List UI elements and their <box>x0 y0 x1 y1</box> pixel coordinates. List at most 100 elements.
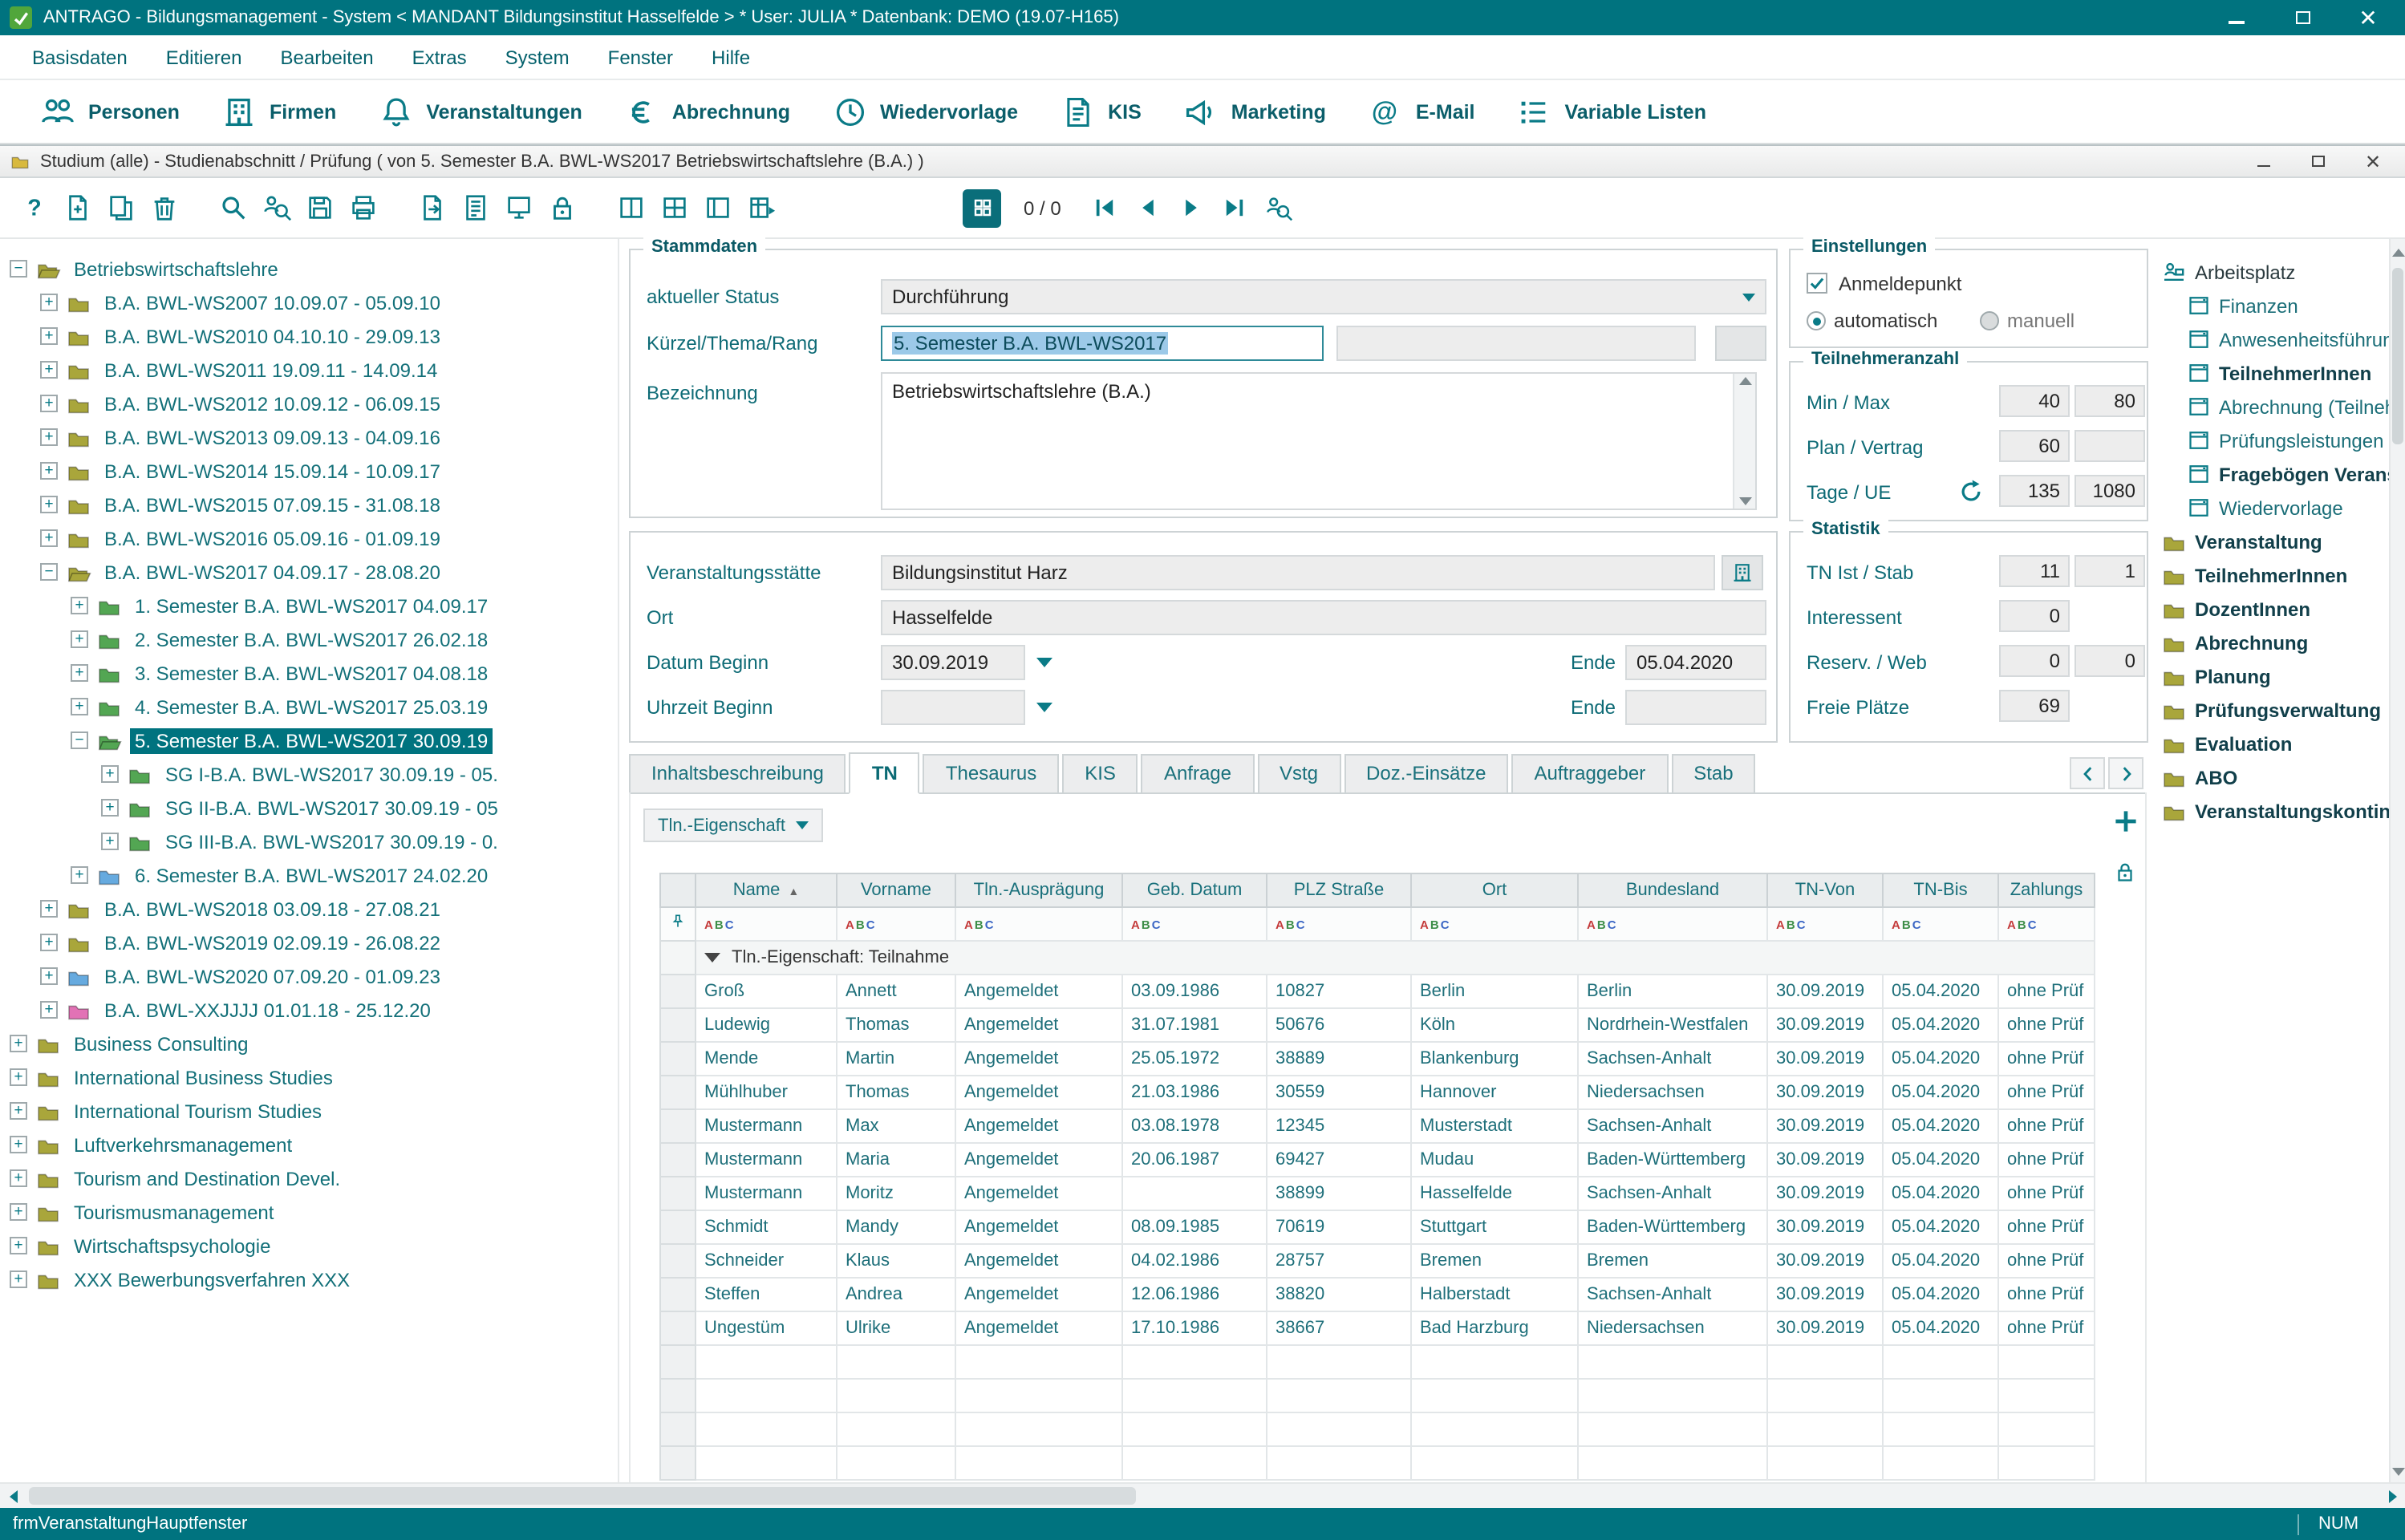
close-button[interactable]: ✕ <box>2341 2 2395 34</box>
child-maximize-button[interactable] <box>2296 148 2341 175</box>
tree-item[interactable]: +B.A. BWL-WS2011 19.09.11 - 14.09.14 <box>0 353 618 387</box>
tree-expander-minus-icon[interactable]: − <box>10 260 27 278</box>
value-field[interactable]: 40 <box>1999 385 2070 417</box>
tree-expander-plus-icon[interactable]: + <box>40 967 58 985</box>
pane2-button[interactable] <box>610 186 653 229</box>
tab-vstg[interactable]: Vstg <box>1257 754 1340 792</box>
value-field[interactable]: 69 <box>1999 690 2070 722</box>
searchuser-button[interactable] <box>255 186 298 229</box>
tree-item[interactable]: +B.A. BWL-WS2020 07.09.20 - 01.09.23 <box>0 959 618 993</box>
column-header-zahlungs[interactable]: Zahlungs <box>1998 873 2095 907</box>
value-field[interactable]: 60 <box>1999 430 2070 462</box>
tree-item[interactable]: +SG I-B.A. BWL-WS2017 30.09.19 - 05. <box>0 757 618 791</box>
tree-expander-plus-icon[interactable]: + <box>101 799 119 817</box>
export-button[interactable] <box>411 186 454 229</box>
uhrzeit-dropdown-button[interactable] <box>1032 690 1057 725</box>
table-row[interactable]: LudewigThomasAngemeldet31.07.198150676Kö… <box>660 1008 2095 1042</box>
tree-item[interactable]: +B.A. BWL-WS2007 10.09.07 - 05.09.10 <box>0 286 618 319</box>
tablearr-button[interactable] <box>740 186 783 229</box>
tree-item[interactable]: +B.A. BWL-WS2018 03.09.18 - 27.08.21 <box>0 892 618 926</box>
tree-expander-plus-icon[interactable]: + <box>40 294 58 311</box>
navnext-button[interactable] <box>1170 186 1214 229</box>
tree-expander-plus-icon[interactable]: + <box>10 1068 27 1086</box>
tree-expander-plus-icon[interactable]: + <box>10 1203 27 1221</box>
value-field[interactable]: 1 <box>2074 555 2145 587</box>
scroll-up-icon[interactable] <box>1738 377 1751 385</box>
scrollbar-thumb[interactable] <box>2392 268 2403 444</box>
pane1-button[interactable] <box>696 186 740 229</box>
tree-expander-plus-icon[interactable]: + <box>71 630 88 648</box>
workspace-folder-abrechnung[interactable]: Abrechnung <box>2158 626 2389 659</box>
workspace-folder-teilnehmerinnen[interactable]: TeilnehmerInnen <box>2158 558 2389 592</box>
add-participant-button[interactable] <box>2107 802 2145 841</box>
tree-item[interactable]: +Business Consulting <box>0 1027 618 1060</box>
table-row[interactable]: SteffenAndreaAngemeldet12.06.198638820Ha… <box>660 1278 2095 1311</box>
tree-item[interactable]: +1. Semester B.A. BWL-WS2017 04.09.17 <box>0 589 618 622</box>
tree-expander-plus-icon[interactable]: + <box>71 866 88 884</box>
manuell-radio[interactable] <box>1980 311 1999 330</box>
filter-cell-tn-von[interactable]: ABC <box>1767 907 1883 941</box>
navprev-button[interactable] <box>1127 186 1170 229</box>
tree-item[interactable]: −B.A. BWL-WS2017 04.09.17 - 28.08.20 <box>0 555 618 589</box>
value-field[interactable]: 80 <box>2074 385 2145 417</box>
toolbar-firmen[interactable]: Firmen <box>201 84 357 139</box>
pane4-button[interactable] <box>653 186 696 229</box>
tree-item[interactable]: +B.A. BWL-WS2015 07.09.15 - 31.08.18 <box>0 488 618 521</box>
minimize-button[interactable] <box>2209 2 2264 34</box>
filter-cell-zahlungs[interactable]: ABC <box>1998 907 2095 941</box>
tree-expander-plus-icon[interactable]: + <box>71 698 88 715</box>
tln-eigenschaft-dropdown[interactable]: Tln.-Eigenschaft <box>643 808 823 842</box>
column-header-bundesland[interactable]: Bundesland <box>1578 873 1767 907</box>
print-button[interactable] <box>342 186 385 229</box>
datum-ende-input[interactable]: 05.04.2020 <box>1625 645 1766 680</box>
tree-expander-plus-icon[interactable]: + <box>40 496 58 513</box>
tree-expander-plus-icon[interactable]: + <box>71 664 88 682</box>
tree-item[interactable]: +B.A. BWL-WS2013 09.09.13 - 04.09.16 <box>0 420 618 454</box>
tree-item[interactable]: +SG III-B.A. BWL-WS2017 30.09.19 - 0. <box>0 825 618 858</box>
refresh-icon[interactable] <box>1957 478 1985 505</box>
tree-expander-plus-icon[interactable]: + <box>10 1169 27 1187</box>
navlast-button[interactable] <box>1214 186 1257 229</box>
column-header-name[interactable]: Name▲ <box>696 873 837 907</box>
person-filter-button[interactable] <box>1257 186 1300 229</box>
workspace-link-wiedervorlage[interactable]: Wiedervorlage <box>2158 491 2389 525</box>
scroll-down-icon[interactable] <box>2392 1461 2405 1481</box>
scroll-right-icon[interactable] <box>2379 1484 2405 1508</box>
tree-item[interactable]: +B.A. BWL-XXJJJJ 01.01.18 - 25.12.20 <box>0 993 618 1027</box>
toolbar-veranstaltungen[interactable]: Veranstaltungen <box>357 84 603 139</box>
table-row[interactable]: SchneiderKlausAngemeldet04.02.198628757B… <box>660 1244 2095 1278</box>
ort-input[interactable]: Hasselfelde <box>881 600 1766 635</box>
venue-lookup-button[interactable] <box>1722 555 1763 590</box>
child-minimize-button[interactable] <box>2241 148 2286 175</box>
tab-kis[interactable]: KIS <box>1062 754 1138 792</box>
textarea-scrollbar[interactable] <box>1733 374 1755 509</box>
workspace-link-teilnehmerinnen[interactable]: TeilnehmerInnen <box>2158 356 2389 390</box>
menu-bearbeiten[interactable]: Bearbeiten <box>262 34 393 79</box>
tab-tn[interactable]: TN <box>850 752 920 794</box>
tree-item[interactable]: +International Business Studies <box>0 1060 618 1094</box>
tree-expander-plus-icon[interactable]: + <box>101 833 119 850</box>
table-row[interactable]: GroßAnnettAngemeldet03.09.198610827Berli… <box>660 975 2095 1008</box>
workspace-link-finanzen[interactable]: Finanzen <box>2158 289 2389 322</box>
kuerzel-more-button[interactable] <box>1715 326 1766 361</box>
tree-item[interactable]: +B.A. BWL-WS2012 10.09.12 - 06.09.15 <box>0 387 618 420</box>
value-field[interactable]: 0 <box>1999 600 2070 632</box>
workspace-folder-planung[interactable]: Planung <box>2158 659 2389 693</box>
column-header-ort[interactable]: Ort <box>1411 873 1578 907</box>
tree-expander-minus-icon[interactable]: − <box>71 732 88 749</box>
tree-expander-plus-icon[interactable]: + <box>10 1136 27 1153</box>
group-row[interactable]: Tln.-Eigenschaft: Teilnahme <box>696 941 2095 975</box>
value-field[interactable]: 135 <box>1999 475 2070 507</box>
tree-expander-plus-icon[interactable]: + <box>40 462 58 480</box>
column-header-plz-straße[interactable]: PLZ Straße <box>1267 873 1411 907</box>
anmeldepunkt-checkbox[interactable] <box>1807 273 1827 294</box>
tree-item[interactable]: +Wirtschaftspsychologie <box>0 1229 618 1262</box>
filter-cell-vorname[interactable]: ABC <box>837 907 955 941</box>
scroll-down-icon[interactable] <box>1738 497 1751 505</box>
tree-item[interactable]: +4. Semester B.A. BWL-WS2017 25.03.19 <box>0 690 618 723</box>
staette-input[interactable]: Bildungsinstitut Harz <box>881 555 1715 590</box>
addrec-button[interactable] <box>56 186 99 229</box>
workspace-folder-abo[interactable]: ABO <box>2158 760 2389 794</box>
tree-expander-minus-icon[interactable]: − <box>40 563 58 581</box>
toolbar-marketing[interactable]: Marketing <box>1162 84 1347 139</box>
